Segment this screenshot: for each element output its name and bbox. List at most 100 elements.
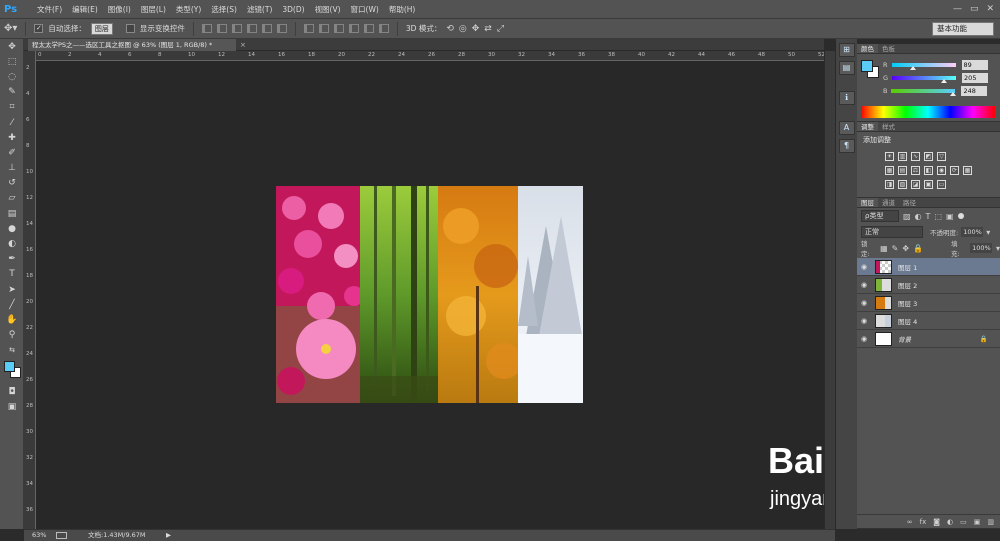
menu-layer[interactable]: 图层(L): [136, 4, 171, 15]
eraser-tool-icon[interactable]: ▱: [0, 191, 24, 206]
distribute-top-icon[interactable]: [303, 24, 314, 33]
foreground-color-swatch[interactable]: [4, 360, 15, 372]
zoom-level[interactable]: 63%: [32, 530, 46, 541]
type-tool-icon[interactable]: T: [0, 267, 24, 282]
layer-thumbnail[interactable]: [875, 259, 892, 274]
layer-name[interactable]: 图层 1: [898, 262, 917, 272]
info-panel-icon[interactable]: ℹ: [838, 91, 855, 105]
tab-color[interactable]: 颜色: [857, 44, 878, 53]
align-left-icon[interactable]: [246, 24, 257, 33]
tab-layers[interactable]: 图层: [857, 198, 878, 207]
menu-select[interactable]: 选择(S): [206, 4, 242, 15]
color-lookup-icon[interactable]: ▦: [963, 166, 972, 175]
vertical-scrollbar[interactable]: [824, 51, 835, 529]
menu-type[interactable]: 类型(Y): [171, 4, 206, 15]
layer-row-4[interactable]: ◉ 图层 4: [857, 312, 1000, 330]
align-vcenter-icon[interactable]: [216, 24, 227, 33]
filter-smart-icon[interactable]: ▣: [946, 212, 954, 221]
visibility-eye-icon[interactable]: ◉: [857, 263, 871, 271]
g-value-input[interactable]: 205: [962, 72, 989, 83]
green-slider-thumb[interactable]: [941, 78, 948, 83]
red-slider[interactable]: [891, 62, 956, 70]
invert-icon[interactable]: ◨: [885, 180, 894, 189]
tab-paths[interactable]: 路径: [899, 198, 920, 207]
blue-slider[interactable]: [891, 88, 957, 96]
r-value-input[interactable]: 89: [961, 59, 988, 70]
align-top-icon[interactable]: [201, 24, 212, 33]
posterize-icon[interactable]: ▧: [898, 180, 907, 189]
healing-brush-tool-icon[interactable]: ✚: [0, 130, 24, 145]
minimize-button[interactable]: —: [953, 4, 962, 14]
move-tool-preset-icon[interactable]: ✥▾: [4, 23, 17, 34]
opacity-input[interactable]: 100%: [961, 227, 984, 237]
paragraph-panel-icon[interactable]: ¶: [838, 139, 855, 153]
status-preview-icon[interactable]: [56, 532, 67, 539]
visibility-eye-icon[interactable]: ◉: [857, 281, 871, 289]
shape-tool-icon[interactable]: ╱: [0, 297, 24, 312]
3d-scale-icon[interactable]: ⤢: [497, 24, 504, 34]
adjustment-icon[interactable]: ◐: [947, 518, 953, 526]
zoom-tool-icon[interactable]: ⚲: [0, 328, 24, 343]
quick-mask-icon[interactable]: ◘: [0, 384, 24, 399]
align-right-icon[interactable]: [276, 24, 287, 33]
filter-toggle-icon[interactable]: [957, 213, 964, 219]
filter-adjust-icon[interactable]: ◐: [915, 212, 922, 221]
hand-tool-icon[interactable]: ✋: [0, 312, 24, 327]
restore-button[interactable]: ▭: [970, 4, 979, 14]
layer-name[interactable]: 图层 4: [898, 316, 917, 326]
brightness-icon[interactable]: ☀: [885, 152, 894, 161]
photo-filter-icon[interactable]: ◉: [937, 166, 946, 175]
tab-swatches[interactable]: 色板: [878, 44, 899, 53]
black-white-icon[interactable]: ◧: [924, 166, 933, 175]
close-window-button[interactable]: ✕: [986, 4, 994, 14]
distribute-left-icon[interactable]: [348, 24, 359, 33]
character-panel-icon[interactable]: A: [838, 121, 855, 135]
threshold-icon[interactable]: ◪: [911, 180, 920, 189]
selective-color-icon[interactable]: ▣: [924, 180, 933, 189]
color-swatches[interactable]: [0, 358, 23, 384]
filter-shape-icon[interactable]: ⬚: [934, 212, 942, 221]
status-menu-arrow-icon[interactable]: ▶: [166, 530, 171, 541]
channel-mixer-icon[interactable]: ⟳: [950, 166, 959, 175]
layer-row-background[interactable]: ◉ 背景 🔒: [857, 330, 1000, 348]
pen-tool-icon[interactable]: ✒: [0, 252, 24, 267]
clone-stamp-tool-icon[interactable]: ⊥: [0, 161, 24, 176]
opacity-dropdown-arrow-icon[interactable]: ▾: [986, 228, 990, 237]
layer-thumbnail[interactable]: [875, 313, 892, 328]
quick-select-tool-icon[interactable]: ✎: [0, 85, 24, 100]
auto-select-checkbox[interactable]: ✓: [34, 24, 44, 33]
lock-transparent-icon[interactable]: ▦: [880, 244, 888, 253]
menu-help[interactable]: 帮助(H): [384, 4, 421, 15]
workspace-dropdown[interactable]: 基本功能: [932, 21, 994, 36]
visibility-eye-icon[interactable]: ◉: [857, 335, 871, 343]
color-spectrum-ramp[interactable]: [861, 106, 995, 118]
layer-row-1[interactable]: ◉ 图层 1: [857, 258, 1000, 276]
curves-icon[interactable]: ∿: [911, 152, 920, 161]
tab-styles[interactable]: 样式: [878, 122, 899, 131]
distribute-hcenter-icon[interactable]: [363, 24, 374, 33]
filter-pixel-icon[interactable]: ▨: [903, 212, 911, 221]
filter-type-icon[interactable]: T: [926, 212, 931, 221]
show-transform-checkbox[interactable]: [125, 24, 135, 33]
move-tool-icon[interactable]: ✥: [0, 39, 24, 54]
lock-all-icon[interactable]: 🔒: [913, 244, 923, 253]
layer-thumbnail[interactable]: [875, 331, 892, 346]
green-slider[interactable]: [892, 75, 957, 83]
layer-row-2[interactable]: ◉ 图层 2: [857, 276, 1000, 294]
blend-mode-dropdown[interactable]: 正常: [861, 226, 923, 238]
lasso-tool-icon[interactable]: ◌: [0, 69, 24, 84]
align-bottom-icon[interactable]: [231, 24, 242, 33]
new-layer-icon[interactable]: ▣: [974, 518, 981, 526]
3d-rotate-icon[interactable]: ⟲: [446, 24, 454, 34]
swap-colors-icon[interactable]: ⇆: [0, 343, 24, 358]
lock-pixels-icon[interactable]: ✎: [892, 244, 899, 253]
mask-icon[interactable]: ◙: [933, 518, 940, 526]
layer-name[interactable]: 图层 3: [898, 298, 917, 308]
layer-row-3[interactable]: ◉ 图层 3: [857, 294, 1000, 312]
dodge-tool-icon[interactable]: ◐: [0, 236, 24, 251]
visibility-eye-icon[interactable]: ◉: [857, 317, 871, 325]
layer-thumbnail[interactable]: [875, 277, 892, 292]
menu-file[interactable]: 文件(F): [32, 4, 67, 15]
gradient-tool-icon[interactable]: ▤: [0, 206, 24, 221]
auto-select-dropdown[interactable]: 图层: [90, 22, 113, 35]
